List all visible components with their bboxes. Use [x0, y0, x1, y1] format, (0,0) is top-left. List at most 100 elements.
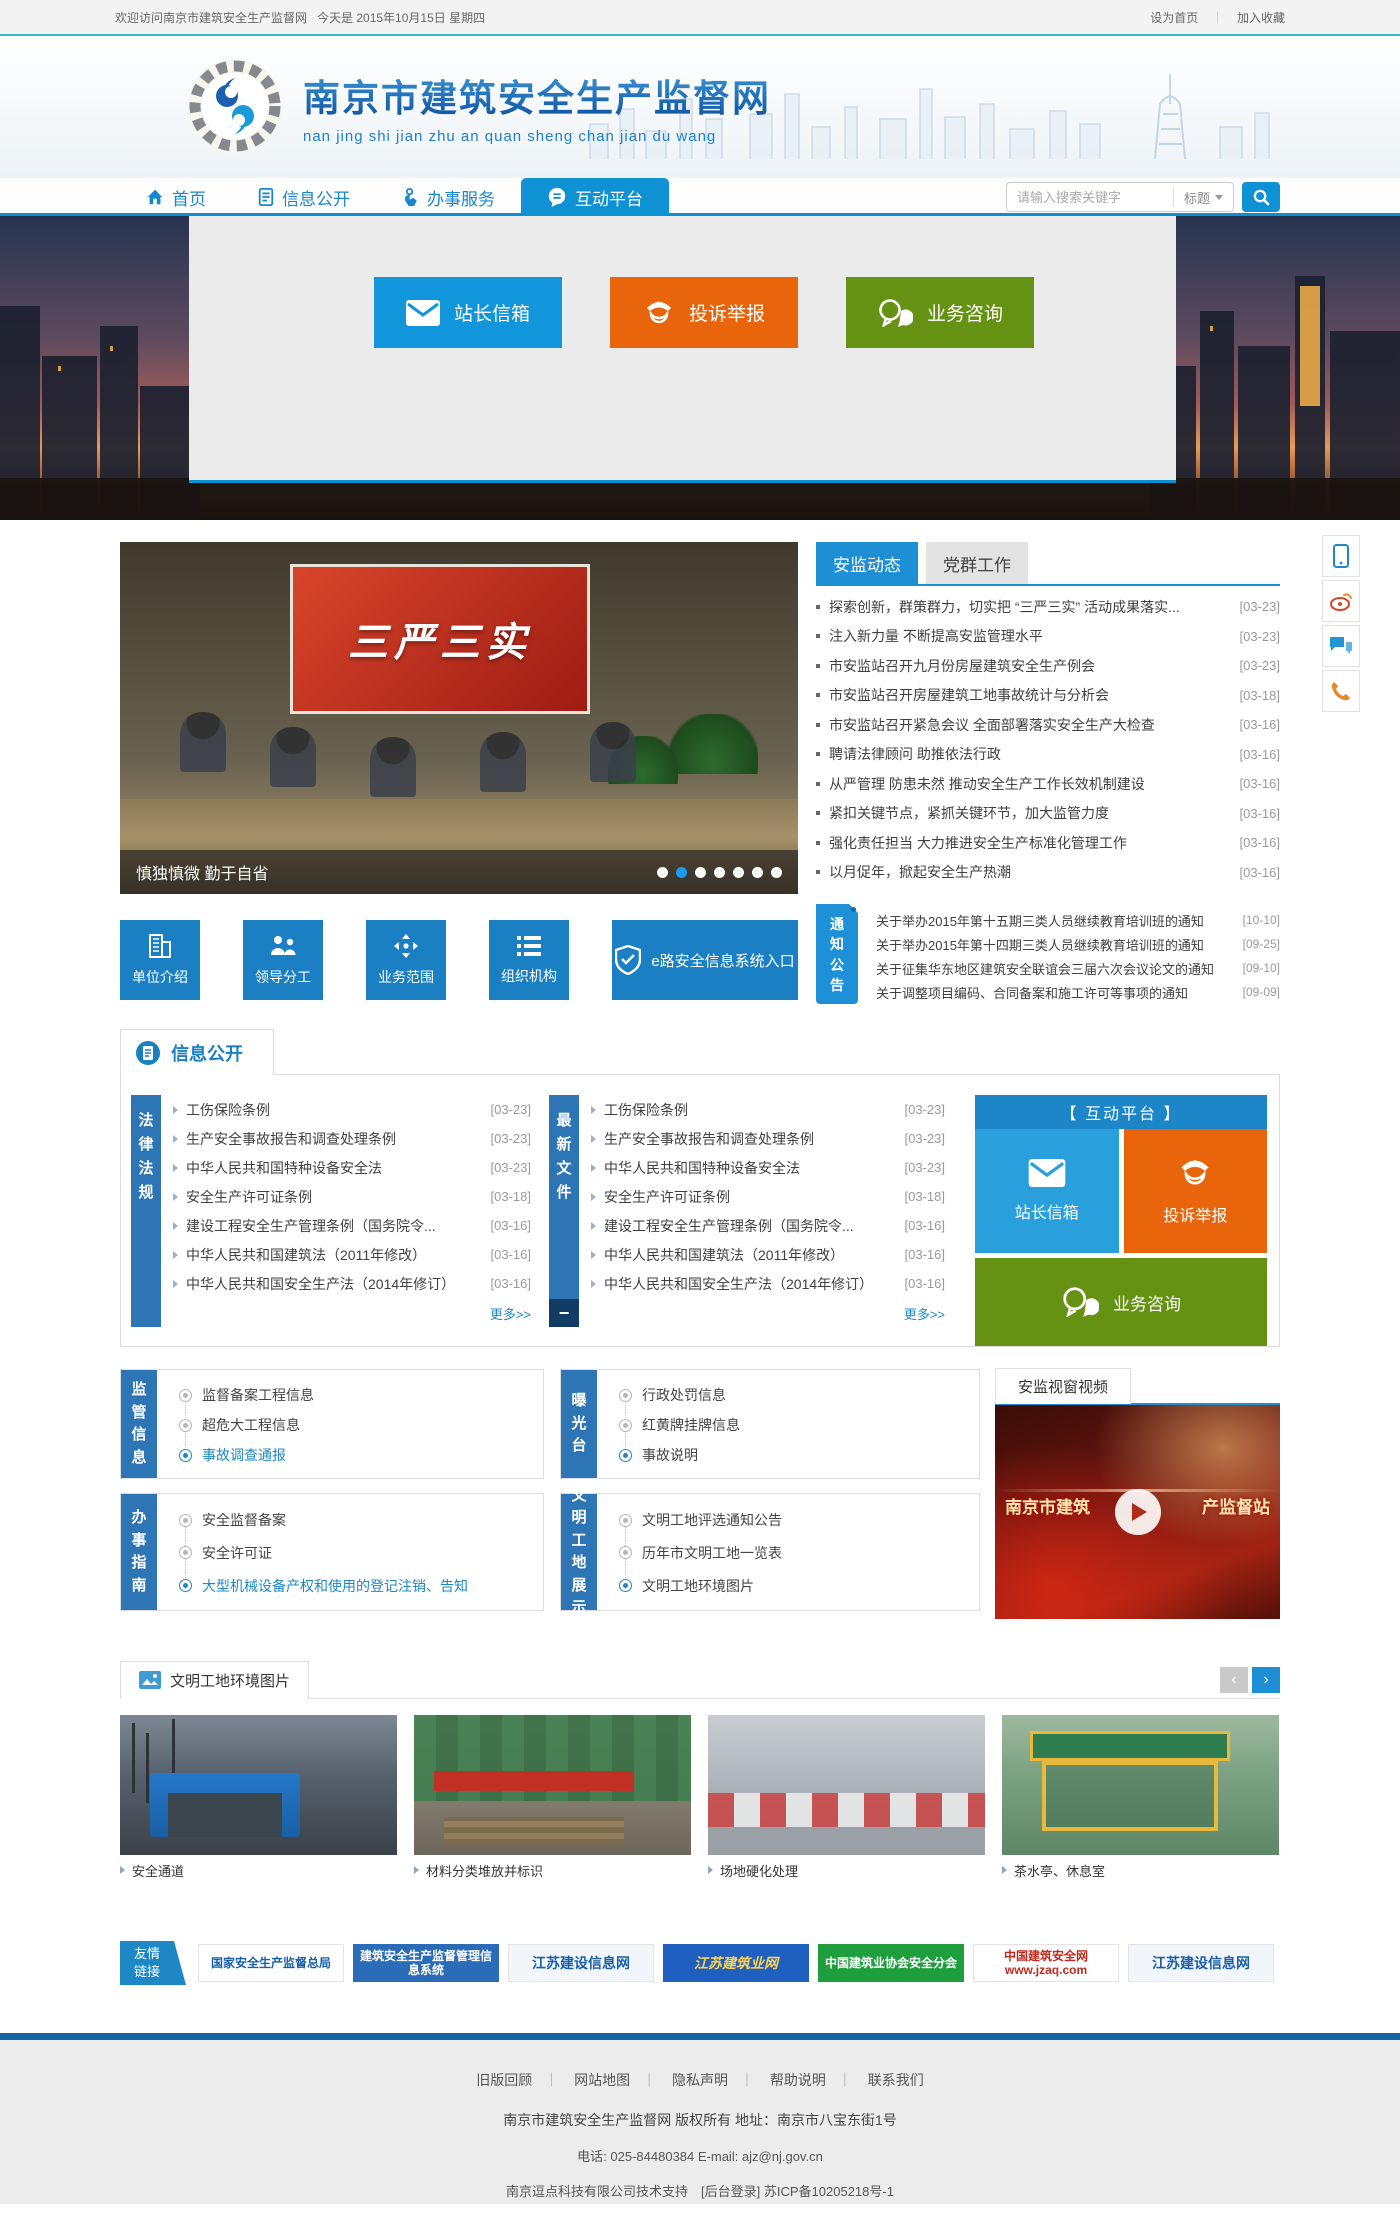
carousel-dot[interactable] [771, 867, 782, 878]
tab-party-work[interactable]: 党群工作 [926, 542, 1028, 584]
law-item[interactable]: 中华人民共和国建筑法（2011年修改） [03-16] [173, 1240, 531, 1269]
quick-link-organization[interactable]: 组织机构 [489, 920, 569, 1000]
friend-link-logo[interactable]: 中国建筑安全网 www.jzaq.com [973, 1944, 1119, 1982]
news-item[interactable]: 市安监站召开紧急会议 全面部署落实安全生产大检查 [03-16] [816, 710, 1280, 740]
notice-item[interactable]: 关于举办2015年第十四期三类人员继续教育培训班的通知 [09-25] [876, 932, 1280, 956]
friend-link-logo[interactable]: 建筑安全生产监督管理信息系统 [353, 1944, 499, 1982]
carousel[interactable]: 三严三实 慎独慎微 勤于自省 [120, 542, 798, 894]
friend-link-logo[interactable]: 中国建筑业协会安全分会 [818, 1944, 964, 1982]
latest-item[interactable]: 工伤保险条例 [03-23] [591, 1095, 945, 1124]
category-item[interactable]: 文明工地环境图片 [619, 1576, 969, 1596]
law-item[interactable]: 中华人民共和国安全生产法（2014年修订） [03-16] [173, 1269, 531, 1298]
latest-item[interactable]: 安全生产许可证条例 [03-18] [591, 1182, 945, 1211]
category-item[interactable]: 事故调查通报 [179, 1445, 533, 1465]
latest-item[interactable]: 生产安全事故报告和调查处理条例 [03-23] [591, 1124, 945, 1153]
collapse-button[interactable]: − [549, 1299, 579, 1327]
friend-link-logo[interactable]: 江苏建设信息网 [1128, 1944, 1274, 1982]
law-item[interactable]: 中华人民共和国特种设备安全法 [03-23] [173, 1153, 531, 1182]
quick-link-leadership[interactable]: 领导分工 [243, 920, 323, 1000]
search-filter-select[interactable]: 标题 [1173, 187, 1233, 207]
latest-item[interactable]: 中华人民共和国建筑法（2011年修改） [03-16] [591, 1240, 945, 1269]
news-item[interactable]: 市安监站召开九月份房屋建筑安全生产例会 [03-23] [816, 651, 1280, 681]
footer-link-contact[interactable]: 联系我们 [868, 2072, 924, 2088]
news-item[interactable]: 探索创新，群策群力，切实把 “三严三实” 活动成果落实... [03-23] [816, 592, 1280, 622]
category-item[interactable]: 安全许可证 [179, 1543, 533, 1563]
online-chat-button[interactable] [1322, 625, 1360, 667]
footer-link-sitemap[interactable]: 网站地图 [574, 2072, 630, 2088]
law-item[interactable]: 生产安全事故报告和调查处理条例 [03-23] [173, 1124, 531, 1153]
gallery-item[interactable]: 安全通道 [120, 1715, 397, 1885]
category-item[interactable]: 文明工地评选通知公告 [619, 1510, 969, 1530]
quick-link-unit-intro[interactable]: 单位介绍 [120, 920, 200, 1000]
footer-link-privacy[interactable]: 隐私声明 [672, 2072, 728, 2088]
panel-mailbox-tile[interactable]: 站长信箱 [975, 1129, 1119, 1253]
footer-link-old-version[interactable]: 旧版回顾 [476, 2072, 532, 2088]
brand[interactable]: 南京市建筑安全生产监督网 nan jing shi jian zhu an qu… [185, 56, 771, 156]
nav-info-disclosure[interactable]: 信息公开 [232, 178, 376, 216]
more-link[interactable]: 更多>> [591, 1304, 945, 1323]
quick-link-business-scope[interactable]: 业务范围 [366, 920, 446, 1000]
mobile-site-button[interactable] [1322, 535, 1360, 577]
telephone-button[interactable] [1322, 670, 1360, 712]
law-item[interactable]: 建设工程安全生产管理条例（国务院令... [03-16] [173, 1211, 531, 1240]
nav-home[interactable]: 首页 [120, 178, 232, 216]
carousel-dot[interactable] [676, 867, 687, 878]
news-item[interactable]: 注入新力量 不断提高安监管理水平 [03-23] [816, 622, 1280, 652]
news-item[interactable]: 从严管理 防患未然 推动安全生产工作长效机制建设 [03-16] [816, 769, 1280, 799]
gallery-item[interactable]: 场地硬化处理 [708, 1715, 985, 1885]
gallery-tab[interactable]: 文明工地环境图片 [120, 1661, 309, 1699]
carousel-dot[interactable] [657, 867, 668, 878]
carousel-dot[interactable] [695, 867, 706, 878]
quick-link-esafety-system[interactable]: e路安全信息系统入口 [612, 920, 798, 1000]
news-item[interactable]: 市安监站召开房屋建筑工地事故统计与分析会 [03-18] [816, 681, 1280, 711]
nav-services[interactable]: 办事服务 [376, 178, 521, 216]
footer-link-help[interactable]: 帮助说明 [770, 2072, 826, 2088]
gallery-item[interactable]: 茶水亭、休息室 [1002, 1715, 1279, 1885]
latest-item[interactable]: 中华人民共和国特种设备安全法 [03-23] [591, 1153, 945, 1182]
friend-link-logo[interactable]: 江苏建筑业网 [663, 1944, 809, 1982]
category-item[interactable]: 大型机械设备产权和使用的登记注销、告知 [179, 1576, 533, 1596]
carousel-dot[interactable] [733, 867, 744, 878]
info-section-tab[interactable]: 信息公开 [120, 1029, 274, 1075]
gallery-next-button[interactable]: › [1252, 1667, 1280, 1693]
category-item[interactable]: 行政处罚信息 [619, 1385, 969, 1405]
latest-item[interactable]: 中华人民共和国安全生产法（2014年修订） [03-16] [591, 1269, 945, 1298]
set-home-link[interactable]: 设为首页 [1150, 11, 1198, 25]
search-input[interactable] [1007, 190, 1173, 205]
gallery-item[interactable]: 材料分类堆放并标识 [414, 1715, 691, 1885]
search-button[interactable] [1242, 182, 1280, 212]
play-button-icon[interactable] [1115, 1489, 1161, 1535]
category-item[interactable]: 安全监督备案 [179, 1510, 533, 1530]
panel-consult-band[interactable]: 业务咨询 [975, 1258, 1267, 1346]
panel-complaint-tile[interactable]: 投诉举报 [1124, 1129, 1268, 1253]
carousel-dot[interactable] [752, 867, 763, 878]
category-item[interactable]: 超危大工程信息 [179, 1415, 533, 1435]
notice-item[interactable]: 关于征集华东地区建筑安全联谊会三届六次会议论文的通知 [09-10] [876, 956, 1280, 980]
video-thumbnail[interactable]: 南京市建筑 产监督站 [995, 1405, 1280, 1619]
law-item[interactable]: 工伤保险条例 [03-23] [173, 1095, 531, 1124]
gallery-prev-button[interactable]: ‹ [1220, 1667, 1248, 1693]
category-item[interactable]: 历年市文明工地一览表 [619, 1543, 969, 1563]
latest-item[interactable]: 建设工程安全生产管理条例（国务院令... [03-16] [591, 1211, 945, 1240]
business-consult-button[interactable]: 业务咨询 [846, 277, 1034, 348]
notice-item[interactable]: 关于举办2015年第十五期三类人员继续教育培训班的通知 [10-10] [876, 908, 1280, 932]
tab-safety-news[interactable]: 安监动态 [816, 542, 918, 584]
video-section-title[interactable]: 安监视窗视频 [995, 1368, 1131, 1404]
law-item[interactable]: 安全生产许可证条例 [03-18] [173, 1182, 531, 1211]
more-link[interactable]: 更多>> [173, 1304, 531, 1323]
notice-item[interactable]: 关于调整项目编码、合同备案和施工许可等事项的通知 [09-09] [876, 980, 1280, 1004]
news-item[interactable]: 强化责任担当 大力推进安全生产标准化管理工作 [03-16] [816, 828, 1280, 858]
category-item[interactable]: 事故说明 [619, 1445, 969, 1465]
add-favorite-link[interactable]: 加入收藏 [1237, 11, 1285, 25]
news-item[interactable]: 紧扣关键节点，紧抓关键环节，加大监管力度 [03-16] [816, 799, 1280, 829]
news-item[interactable]: 以月促年，掀起安全生产热潮 [03-16] [816, 858, 1280, 888]
webmaster-mailbox-button[interactable]: 站长信箱 [374, 277, 562, 348]
nav-interact[interactable]: 互动平台 [521, 178, 669, 216]
news-item[interactable]: 聘请法律顾问 助推依法行政 [03-16] [816, 740, 1280, 770]
carousel-dot[interactable] [714, 867, 725, 878]
complaint-report-button[interactable]: 投诉举报 [610, 277, 798, 348]
friend-link-logo[interactable]: 国家安全生产监督总局 [198, 1944, 344, 1982]
category-item[interactable]: 监督备案工程信息 [179, 1385, 533, 1405]
category-item[interactable]: 红黄牌挂牌信息 [619, 1415, 969, 1435]
weibo-button[interactable] [1322, 580, 1360, 622]
